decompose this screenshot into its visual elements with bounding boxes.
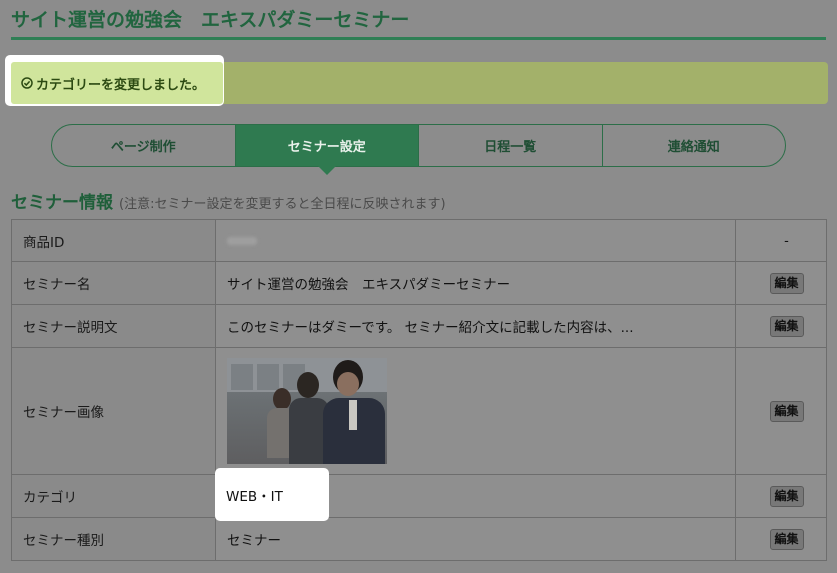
seminar-type-value: セミナー <box>215 517 736 561</box>
page-title: サイト運営の勉強会 エキスパダミーセミナー <box>11 6 826 40</box>
row-action: 編集 <box>735 347 827 475</box>
edit-button[interactable]: 編集 <box>769 315 804 337</box>
row-label: セミナー説明文 <box>11 304 216 348</box>
table-row: セミナー名 サイト運営の勉強会 エキスパダミーセミナー 編集 <box>11 261 827 305</box>
edit-button[interactable]: 編集 <box>769 485 804 507</box>
seminar-image <box>227 358 387 464</box>
section-header: セミナー情報 (注意:セミナー設定を変更すると全日程に反映されます) <box>11 188 446 214</box>
edit-button[interactable]: 編集 <box>769 528 804 550</box>
table-row: セミナー種別 セミナー 編集 <box>11 517 827 561</box>
tab-contact-notification[interactable]: 連絡通知 <box>603 125 786 166</box>
tab-bar: ページ制作 セミナー設定 日程一覧 連絡通知 <box>51 124 786 167</box>
edit-button[interactable]: 編集 <box>769 272 804 294</box>
section-title: セミナー情報 <box>11 193 113 213</box>
table-row: セミナー説明文 このセミナーはダミーです。 セミナー紹介文に記載した内容は、..… <box>11 304 827 348</box>
row-action: 編集 <box>735 304 827 348</box>
product-id-value <box>215 219 736 262</box>
active-tab-pointer <box>318 166 336 175</box>
row-action: - <box>735 219 827 262</box>
product-id-blurred <box>227 236 257 245</box>
tab-seminar-settings[interactable]: セミナー設定 <box>235 125 419 166</box>
table-row: カテゴリ 編集 <box>11 474 827 518</box>
seminar-description-value: このセミナーはダミーです。 セミナー紹介文に記載した内容は、... <box>215 304 736 348</box>
row-action: 編集 <box>735 474 827 518</box>
row-label: セミナー名 <box>11 261 216 305</box>
row-action: 編集 <box>735 261 827 305</box>
section-note: (注意:セミナー設定を変更すると全日程に反映されます) <box>119 197 446 212</box>
seminar-image-cell <box>215 347 736 475</box>
seminar-name-value: サイト運営の勉強会 エキスパダミーセミナー <box>215 261 736 305</box>
check-circle-icon <box>21 77 33 89</box>
row-label: カテゴリ <box>11 474 216 518</box>
tab-schedule-list[interactable]: 日程一覧 <box>419 125 603 166</box>
category-value: WEB・IT <box>215 468 329 521</box>
row-label: セミナー画像 <box>11 347 216 475</box>
edit-button[interactable]: 編集 <box>769 400 804 422</box>
row-label: 商品ID <box>11 219 216 262</box>
table-row: セミナー画像 編集 <box>11 347 827 475</box>
row-label: セミナー種別 <box>11 517 216 561</box>
success-alert: カテゴリーを変更しました。 <box>11 62 223 104</box>
tab-page-creation[interactable]: ページ制作 <box>52 125 236 166</box>
row-action: 編集 <box>735 517 827 561</box>
alert-message: カテゴリーを変更しました。 <box>36 77 206 93</box>
no-action-dash: - <box>784 233 789 249</box>
seminar-info-table: 商品ID - セミナー名 サイト運営の勉強会 エキスパダミーセミナー 編集 セミ… <box>11 219 827 561</box>
table-row: 商品ID - <box>11 219 827 262</box>
